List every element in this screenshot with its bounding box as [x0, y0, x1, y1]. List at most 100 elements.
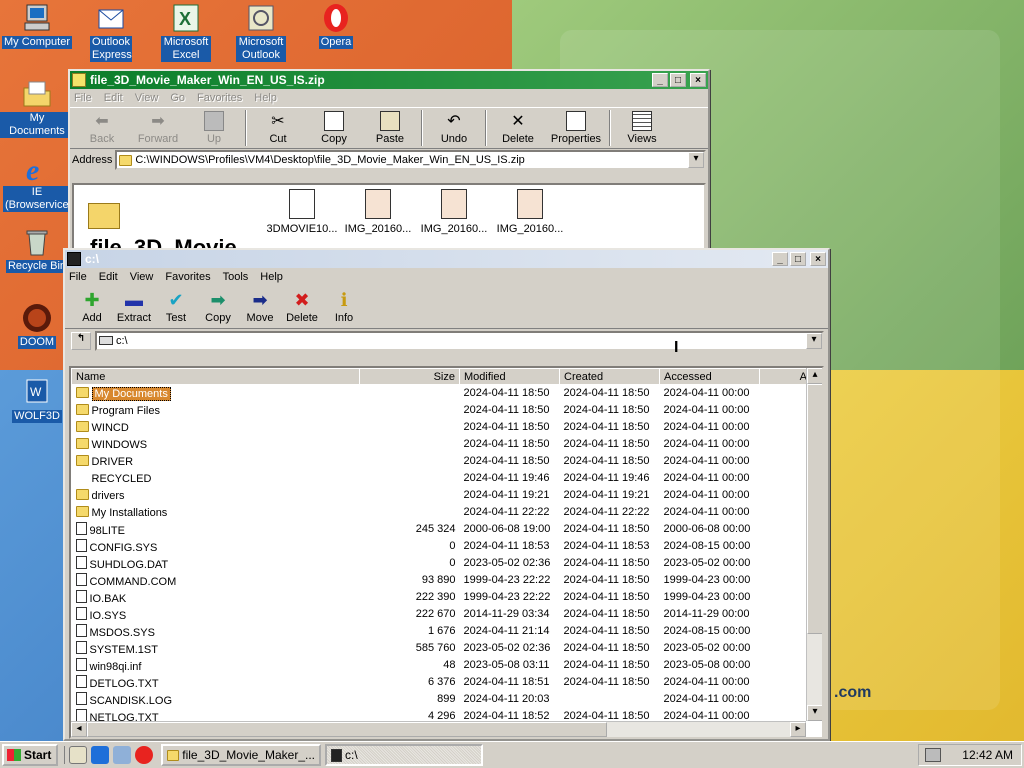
vertical-scrollbar[interactable]: ▴ ▾ [806, 368, 822, 721]
properties-button[interactable]: Properties [546, 111, 606, 145]
table-row[interactable]: WINDOWS 2024-04-11 18:50 2024-04-11 18:50 2… [72, 436, 812, 453]
7zip-titlebar[interactable]: c:\ _ □ × [65, 250, 828, 268]
desktop-icon-ie[interactable]: e IE (Browservice) [0, 152, 74, 212]
menu-file[interactable]: File [74, 92, 92, 104]
path-field[interactable]: c:\ ▾ [95, 330, 824, 351]
table-row[interactable]: DETLOG.TXT 6 376 2024-04-11 18:51 2024-04-1… [72, 674, 812, 691]
file-item[interactable]: IMG_20160... [416, 189, 492, 235]
cut-button[interactable]: ✂ Cut [250, 111, 306, 145]
start-button[interactable]: Start [2, 744, 58, 766]
menu-edit[interactable]: Edit [99, 271, 118, 283]
ie-icon[interactable] [91, 746, 109, 764]
delete-button[interactable]: ✖ Delete [281, 290, 323, 324]
back-button[interactable]: ⬅ Back [74, 111, 130, 145]
info-button[interactable]: ℹ Info [323, 290, 365, 324]
menu-view[interactable]: View [135, 92, 159, 104]
undo-button[interactable]: ↶ Undo [426, 111, 482, 145]
folder-up-button[interactable]: ↰ [71, 331, 91, 350]
views-button[interactable]: Views [614, 111, 670, 145]
address-field[interactable]: C:\WINDOWS\Profiles\VM4\Desktop\file_3D_… [115, 150, 706, 170]
explorer-titlebar[interactable]: file_3D_Movie_Maker_Win_EN_US_IS.zip _ □… [70, 71, 708, 89]
table-row[interactable]: 98LITE 245 324 2000-06-08 19:00 2024-04-11 … [72, 521, 812, 538]
table-row[interactable]: win98qi.inf 48 2023-05-08 03:11 2024-04-11 … [72, 657, 812, 674]
table-row[interactable]: COMMAND.COM 93 890 1999-04-23 22:22 2024-04… [72, 572, 812, 589]
column-name[interactable]: Name [71, 368, 360, 385]
table-row[interactable]: IO.BAK 222 390 1999-04-23 22:22 2024-04-11 … [72, 589, 812, 606]
table-row[interactable]: Program Files 2024-04-11 18:50 2024-04-11 … [72, 402, 812, 419]
menu-help[interactable]: Help [260, 271, 283, 283]
scroll-left-button[interactable]: ◂ [71, 722, 87, 737]
show-desktop-icon[interactable] [69, 746, 87, 764]
file-item[interactable]: 3DMOVIE10... [264, 189, 340, 235]
path-bar: ↰ c:\ ▾ [65, 328, 828, 352]
outlook-icon[interactable] [113, 746, 131, 764]
desktop-icon-microsoft-outlook[interactable]: Microsoft Outlook [224, 2, 298, 62]
table-row[interactable]: RECYCLED 2024-04-11 19:46 2024-04-11 19:46… [72, 470, 812, 487]
menu-tools[interactable]: Tools [223, 271, 249, 283]
table-row[interactable]: drivers 2024-04-11 19:21 2024-04-11 19:21 2… [72, 487, 812, 504]
task-explorer[interactable]: file_3D_Movie_Maker_... [161, 744, 321, 766]
table-row[interactable]: SCANDISK.LOG 899 2024-04-11 20:03 2024-04-1… [72, 691, 812, 708]
table-row[interactable]: MSDOS.SYS 1 676 2024-04-11 21:14 2024-04-11… [72, 623, 812, 640]
table-row[interactable]: CONFIG.SYS 0 2024-04-11 18:53 2024-04-11 18… [72, 538, 812, 555]
extract-button[interactable]: ▬ Extract [113, 290, 155, 324]
opera-icon[interactable] [135, 746, 153, 764]
path-dropdown-button[interactable]: ▾ [806, 332, 822, 349]
scroll-right-button[interactable]: ▸ [790, 722, 806, 737]
table-row[interactable]: My Documents 2024-04-11 18:50 2024-04-11 1… [72, 385, 812, 402]
file-item[interactable]: IMG_20160... [492, 189, 568, 235]
menu-file[interactable]: File [69, 271, 87, 283]
clock[interactable]: 12:42 AM [962, 748, 1013, 762]
test-button[interactable]: ✔ Test [155, 290, 197, 324]
copy-button[interactable]: ➡ Copy [197, 290, 239, 324]
column-modified[interactable]: Modified [459, 368, 560, 385]
menu-go[interactable]: Go [170, 92, 185, 104]
column-attributes[interactable]: A [759, 368, 812, 385]
maximize-button[interactable]: □ [670, 73, 686, 87]
scroll-thumb[interactable] [807, 384, 822, 634]
column-accessed[interactable]: Accessed [659, 368, 760, 385]
delete-button[interactable]: ✕ Delete [490, 111, 546, 145]
add-button[interactable]: ✚ Add [71, 290, 113, 324]
table-row[interactable]: SUHDLOG.DAT 0 2023-05-02 02:36 2024-04-11 1… [72, 555, 812, 572]
desktop-icon-outlook-express[interactable]: Outlook Express [74, 2, 148, 62]
7zip-window[interactable]: c:\ _ □ × File Edit View Favorites Tools… [63, 248, 830, 741]
column-size[interactable]: Size [359, 368, 460, 385]
paste-button[interactable]: Paste [362, 111, 418, 145]
file-item[interactable]: IMG_20160... [340, 189, 416, 235]
forward-button[interactable]: ➡ Forward [130, 111, 186, 145]
column-created[interactable]: Created [559, 368, 660, 385]
scroll-up-button[interactable]: ▴ [807, 368, 822, 384]
address-dropdown-button[interactable]: ▾ [688, 152, 704, 168]
desktop-icon-microsoft-excel[interactable]: X Microsoft Excel [149, 2, 223, 62]
network-icon[interactable] [925, 748, 941, 762]
copy-button[interactable]: Copy [306, 111, 362, 145]
up-button[interactable]: Up [186, 111, 242, 145]
desktop-icon-my-documents[interactable]: My Documents [0, 78, 74, 138]
task-7zip[interactable]: c:\ [325, 744, 483, 766]
desktop-icon-opera[interactable]: Opera [299, 2, 373, 49]
table-row[interactable]: SYSTEM.1ST 585 760 2023-05-02 02:36 2024-04… [72, 640, 812, 657]
menu-favorites[interactable]: Favorites [165, 271, 210, 283]
scroll-thumb-h[interactable] [87, 722, 607, 737]
scroll-down-button[interactable]: ▾ [807, 705, 822, 721]
desktop-icon-my-computer[interactable]: My Computer [0, 2, 74, 49]
close-button[interactable]: × [690, 73, 706, 87]
menu-favorites[interactable]: Favorites [197, 92, 242, 104]
explorer-title: file_3D_Movie_Maker_Win_EN_US_IS.zip [90, 73, 325, 87]
menu-help[interactable]: Help [254, 92, 277, 104]
table-row[interactable]: DRIVER 2024-04-11 18:50 2024-04-11 18:50 20… [72, 453, 812, 470]
horizontal-scrollbar[interactable]: ◂ ▸ [71, 721, 806, 737]
minimize-button[interactable]: _ [652, 73, 668, 87]
cell-accessed: 2014-11-29 00:00 [663, 608, 750, 620]
table-row[interactable]: WINCD 2024-04-11 18:50 2024-04-11 18:50 202… [72, 419, 812, 436]
maximize-button[interactable]: □ [790, 252, 806, 266]
move-button[interactable]: ➡ Move [239, 290, 281, 324]
table-row[interactable]: IO.SYS 222 670 2014-11-29 03:34 2024-04-11 … [72, 606, 812, 623]
menu-edit[interactable]: Edit [104, 92, 123, 104]
close-button[interactable]: × [810, 252, 826, 266]
explorer-window[interactable]: file_3D_Movie_Maker_Win_EN_US_IS.zip _ □… [68, 69, 710, 259]
minimize-button[interactable]: _ [772, 252, 788, 266]
menu-view[interactable]: View [130, 271, 154, 283]
table-row[interactable]: My Installations 2024-04-11 22:22 2024-04-… [72, 504, 812, 521]
